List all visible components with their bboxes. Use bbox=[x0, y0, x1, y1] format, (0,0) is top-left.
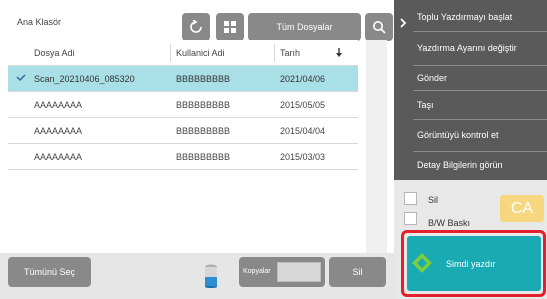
print-now-label: Simdi yazdır bbox=[446, 259, 496, 269]
copies-label: Kopyalar bbox=[243, 268, 271, 275]
header-bar: Ana Klasör Tüm Dosyalar bbox=[8, 5, 393, 41]
row-file-name: AAAAAAAA bbox=[34, 100, 83, 110]
file-table: Dosya Adi Kullanici Adi Tarıh Scan_20210… bbox=[8, 40, 358, 170]
refresh-button[interactable] bbox=[182, 13, 210, 41]
copies-input[interactable] bbox=[277, 262, 321, 282]
table-row[interactable]: AAAAAAAA BBBBBBBBB 2015/03/03 bbox=[8, 144, 358, 170]
menu-item-batch-print[interactable]: Toplu Yazdırmayı başlat bbox=[413, 3, 547, 32]
column-divider bbox=[170, 44, 171, 62]
search-button[interactable] bbox=[365, 13, 393, 41]
column-header-name[interactable]: Dosya Adi bbox=[34, 48, 75, 58]
select-all-button[interactable]: Tümünü Seç bbox=[8, 257, 91, 287]
row-date: 2021/04/06 bbox=[280, 74, 326, 84]
column-header-date[interactable]: Tarıh bbox=[280, 48, 300, 58]
row-date: 2015/03/03 bbox=[280, 152, 326, 162]
row-file-name: AAAAAAAA bbox=[34, 152, 83, 162]
row-file-name: AAAAAAAA bbox=[34, 126, 83, 136]
grid-view-button[interactable] bbox=[216, 13, 244, 41]
menu-item-check-image[interactable]: Görüntüyü kontrol et bbox=[413, 120, 547, 152]
row-file-name: Scan_20210406_085320 bbox=[34, 74, 135, 84]
menu-item-move[interactable]: Taşı bbox=[413, 91, 547, 120]
table-row[interactable]: AAAAAAAA BBBBBBBBB 2015/04/04 bbox=[8, 118, 358, 144]
start-diamond-icon bbox=[412, 253, 432, 273]
column-header-user[interactable]: Kullanici Adi bbox=[176, 48, 225, 58]
table-header: Dosya Adi Kullanici Adi Tarıh bbox=[8, 40, 358, 66]
table-row[interactable]: Scan_20210406_085320 BBBBBBBBB 2021/04/0… bbox=[8, 66, 358, 92]
checkmark-icon bbox=[16, 74, 26, 82]
menu-item-view-details[interactable]: Detay Bilgilerin görün bbox=[413, 152, 547, 178]
row-user-name: BBBBBBBBB bbox=[176, 100, 231, 110]
delete-checkbox[interactable] bbox=[404, 192, 417, 205]
row-date: 2015/05/05 bbox=[280, 100, 326, 110]
bw-print-checkbox-label: B/W Baskı bbox=[428, 218, 471, 228]
menu-item-send[interactable]: Gönder bbox=[413, 66, 547, 91]
row-date: 2015/04/04 bbox=[280, 126, 326, 136]
search-icon bbox=[373, 21, 386, 34]
row-user-name: BBBBBBBBB bbox=[176, 74, 231, 84]
chevron-right-icon[interactable] bbox=[398, 18, 408, 28]
row-user-name: BBBBBBBBB bbox=[176, 152, 231, 162]
sort-down-arrow-icon[interactable] bbox=[335, 48, 343, 58]
menu-item-change-print-settings[interactable]: Yazdırma Ayarını değiştir bbox=[413, 32, 547, 66]
delete-checkbox-label: Sil bbox=[428, 195, 439, 205]
grid-view-icon bbox=[224, 21, 236, 33]
clear-all-button[interactable]: CA bbox=[500, 195, 544, 222]
delete-button[interactable]: Sil bbox=[329, 257, 386, 287]
folder-title: Ana Klasör bbox=[17, 17, 62, 27]
table-row[interactable]: AAAAAAAA BBBBBBBBB 2015/05/05 bbox=[8, 92, 358, 118]
all-files-button[interactable]: Tüm Dosyalar bbox=[248, 13, 361, 41]
bw-print-checkbox[interactable] bbox=[404, 212, 417, 225]
column-divider bbox=[274, 44, 275, 62]
file-list-panel: Ana Klasör Tüm Dosyalar Dosya Adi Kullan… bbox=[0, 0, 394, 299]
scrollbar[interactable] bbox=[366, 40, 387, 256]
toner-icon bbox=[205, 264, 217, 288]
row-user-name: BBBBBBBBB bbox=[176, 126, 231, 136]
refresh-icon bbox=[190, 20, 202, 33]
